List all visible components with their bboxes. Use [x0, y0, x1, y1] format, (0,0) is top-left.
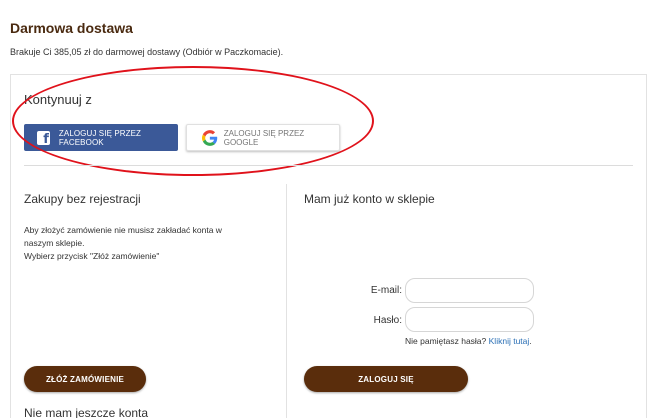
- forgot-password-suffix: .: [529, 336, 532, 346]
- google-icon: [202, 129, 218, 146]
- password-field[interactable]: [405, 307, 534, 332]
- guest-text-line: naszym sklepie.: [24, 238, 85, 248]
- existing-account-title: Mam już konto w sklepie: [304, 192, 435, 206]
- login-button[interactable]: ZALOGUJ SIĘ: [304, 366, 468, 392]
- vertical-divider: [286, 184, 287, 418]
- google-login-button[interactable]: ZALOGUJ SIĘ PRZEZ GOOGLE: [186, 124, 340, 151]
- forgot-password-link[interactable]: Kliknij tutaj: [489, 336, 530, 346]
- guest-text-line: Aby złożyć zamówienie nie musisz zakłada…: [24, 225, 222, 235]
- free-shipping-info: Brakuje Ci 385,05 zł do darmowej dostawy…: [10, 47, 284, 57]
- free-shipping-title: Darmowa dostawa: [10, 20, 133, 36]
- guest-checkout-description: Aby złożyć zamówienie nie musisz zakłada…: [24, 224, 222, 263]
- place-order-button[interactable]: ZŁÓŻ ZAMÓWIENIE: [24, 366, 146, 392]
- password-label: Hasło:: [373, 315, 402, 326]
- guest-checkout-title: Zakupy bez rejestracji: [24, 192, 141, 206]
- forgot-password: Nie pamiętasz hasła? Kliknij tutaj.: [405, 336, 532, 346]
- continue-with-heading: Kontynuuj z: [24, 92, 92, 107]
- facebook-icon: [37, 130, 50, 147]
- email-field[interactable]: [405, 278, 534, 303]
- email-label: E-mail:: [370, 285, 402, 296]
- google-login-label: ZALOGUJ SIĘ PRZEZ GOOGLE: [223, 128, 305, 147]
- facebook-login-label: ZALOGUJ SIĘ PRZEZ FACEBOOK: [58, 128, 142, 147]
- horizontal-divider: [24, 165, 633, 166]
- no-account-title: Nie mam jeszcze konta: [24, 406, 149, 418]
- forgot-password-text: Nie pamiętasz hasła?: [405, 336, 487, 346]
- guest-text-line: Wybierz przycisk "Złóż zamówienie": [24, 251, 160, 261]
- facebook-login-button[interactable]: ZALOGUJ SIĘ PRZEZ FACEBOOK: [24, 124, 178, 151]
